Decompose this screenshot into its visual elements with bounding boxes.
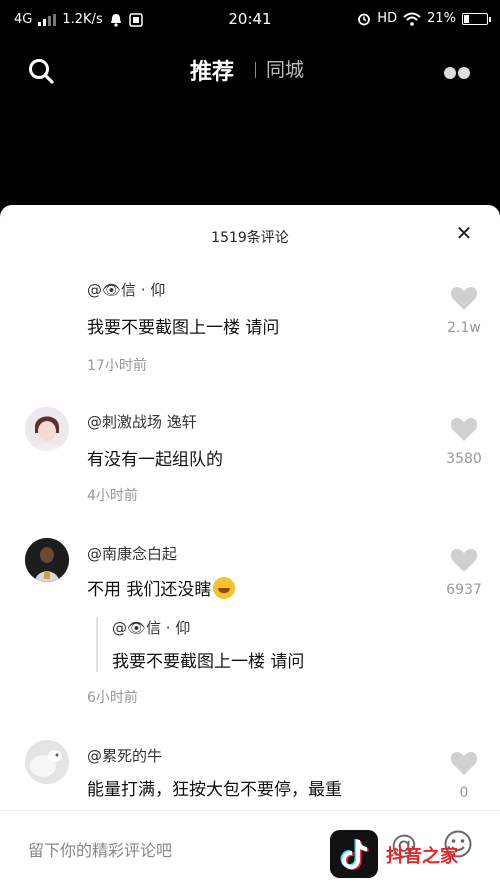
watermark-text: 抖音之家 [386,846,458,867]
like-count: 2.1w [447,320,481,336]
search-icon[interactable] [28,58,54,84]
battery-percent: 21% [427,11,456,26]
like-count: 0 [459,785,469,801]
heart-icon[interactable] [450,416,478,442]
more-options-icon[interactable] [444,64,472,79]
battery-icon [462,12,491,25]
comment-text: 不用 我们还没瞎 [87,580,212,600]
avatar[interactable] [25,538,69,582]
avatar-image [25,538,69,582]
avatar-image [25,407,69,451]
wifi-icon [403,12,421,26]
comment-input[interactable]: 留下你的精彩评论吧 [28,837,172,861]
laughing-emoji-icon [213,577,236,599]
hd-label: HD [377,11,398,26]
status-bar: 4G 1.2K/s 20:41 HD 21% [0,0,500,40]
avatar[interactable] [25,740,69,784]
heart-icon[interactable] [450,547,478,573]
comment-time: 6小时前 [87,690,138,706]
comments-sheet: 1519条评论 ✕ @👁信 · 仰 我要不要截图上一楼 请问 17小时前 2.1… [0,205,500,884]
top-nav: 推荐 同城 [0,40,500,100]
reply-username: @👁信 · 仰 [112,619,191,637]
comments-count-title: 1519条评论 [211,230,289,246]
status-right: HD 21% [357,11,491,26]
reply-text: 我要不要截图上一楼 请问 [112,652,305,672]
tab-divider [255,62,256,78]
comment-username[interactable]: @👁信 · 仰 [87,279,165,300]
battery-fill [464,14,469,23]
heart-icon[interactable] [450,750,478,776]
comment-username[interactable]: @南康念白起 [87,543,177,564]
tab-recommend[interactable]: 推荐 [190,54,234,86]
tab-local[interactable]: 同城 [266,55,304,82]
avatar[interactable] [25,407,69,451]
close-icon[interactable]: ✕ [452,221,476,245]
comment-username[interactable]: @累死的牛 [87,745,162,766]
comment-text-row[interactable]: 不用 我们还没瞎 [87,575,236,600]
avatar-image [25,740,69,784]
like-count: 3580 [446,451,482,467]
like-count: 6937 [446,582,482,598]
comment-text[interactable]: 有没有一起组队的 [87,445,223,470]
alarm-icon [358,13,371,25]
comment-username[interactable]: @刺激战场 逸轩 [87,411,197,432]
watermark: 抖音之家 [330,830,500,882]
comment-time: 4小时前 [87,488,138,504]
comment-text[interactable]: 能量打满，狂按大包不要停，最重 [87,775,342,800]
heart-icon[interactable] [450,285,478,311]
comment-time: 17小时前 [87,358,147,374]
comment-text[interactable]: 我要不要截图上一楼 请问 [87,313,279,338]
quoted-reply[interactable]: @👁信 · 仰 我要不要截图上一楼 请问 [96,617,304,672]
tiktok-logo-icon [330,830,378,878]
